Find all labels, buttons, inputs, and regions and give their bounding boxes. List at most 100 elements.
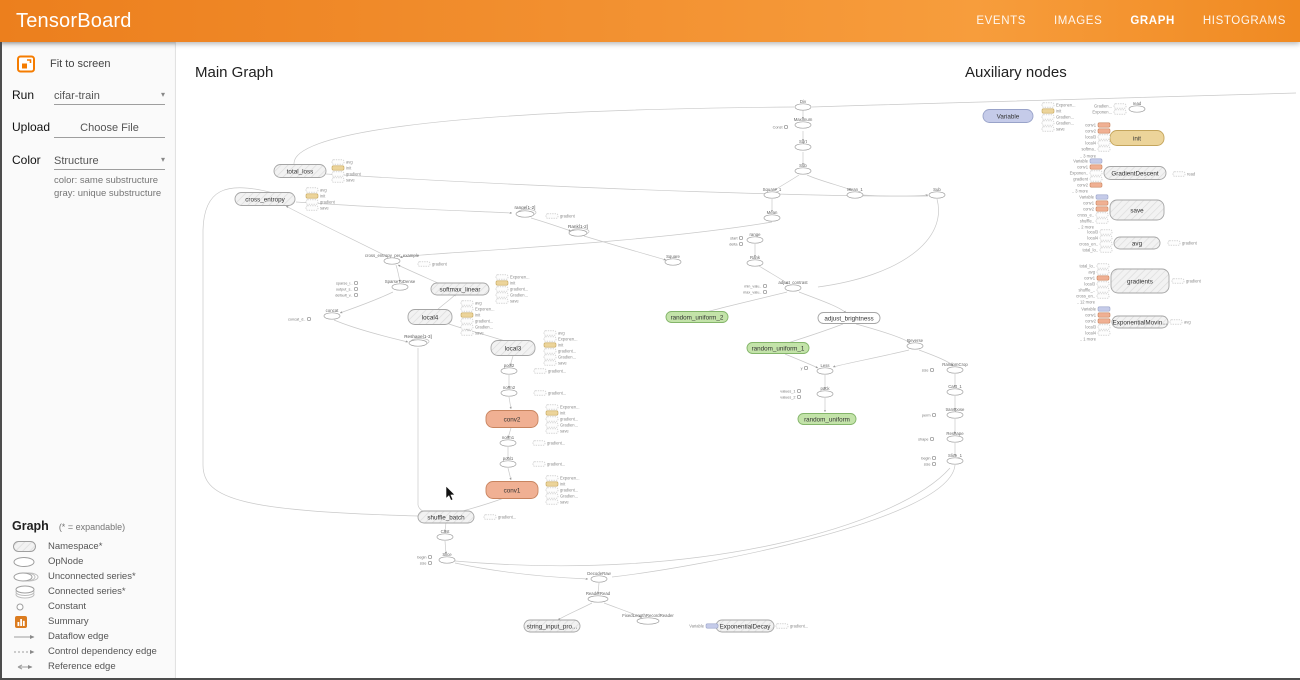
op-Reverse[interactable] (907, 343, 923, 349)
op-pack[interactable] (817, 391, 833, 397)
op-transpose[interactable] (947, 412, 963, 418)
annotation-label: gradient... (548, 391, 566, 396)
color-select[interactable]: Structure ▾ (54, 155, 165, 170)
op-Reshape[interactable] (947, 436, 963, 442)
annotation-label: gradient (1182, 241, 1198, 246)
op-norm2[interactable] (501, 390, 517, 396)
series-Rank[1-2][interactable] (569, 230, 587, 236)
op-FixedLengthRecordReader[interactable] (637, 618, 659, 624)
annotation-chip (1090, 183, 1102, 187)
op-Mean[interactable] (764, 215, 780, 221)
op-Square[interactable] (665, 259, 681, 265)
op-label: DecodeRaw (587, 571, 611, 576)
const-node (932, 456, 935, 459)
op-Slice_1[interactable] (947, 458, 963, 464)
annotation-label: Exponen... (475, 307, 495, 312)
series-Reshape[1-3][interactable] (409, 340, 427, 346)
op-Square_1[interactable] (764, 192, 780, 198)
op-concat[interactable] (324, 313, 340, 319)
annotation-label: avg (558, 331, 565, 336)
annotation-label: softma.. (1081, 147, 1096, 152)
const-label: min_valu.. (744, 285, 761, 289)
annotation-label: Gradien... (558, 355, 576, 360)
tab-graph[interactable]: GRAPH (1130, 15, 1175, 27)
annotation-label: local3 (1085, 135, 1096, 140)
const-label: Const (773, 126, 784, 130)
op-SparseToDense[interactable] (392, 284, 408, 290)
node-label: conv1 (504, 487, 521, 494)
op-DecodeRaw[interactable] (591, 576, 607, 582)
op-read[interactable] (1129, 106, 1145, 112)
annotation-chip (461, 307, 473, 311)
op-label: Div (800, 99, 807, 104)
legend-constant: Constant (12, 599, 167, 614)
graph-edge (334, 320, 408, 342)
const-label: output_s.. (336, 288, 353, 292)
annotation-chip (533, 441, 545, 445)
op-norm1[interactable] (500, 440, 516, 446)
op-Mean_1[interactable] (847, 192, 863, 198)
annotation-label: local3 (1084, 282, 1095, 287)
annotation-chip (1114, 104, 1126, 108)
const-node (804, 366, 807, 369)
const-node (739, 236, 742, 239)
op-cross_entropy_per_example[interactable] (384, 258, 400, 264)
tab-histograms[interactable]: HISTOGRAMS (1203, 15, 1286, 27)
op-Sub[interactable] (929, 192, 945, 198)
constant-icon (12, 602, 48, 612)
annotation-label: total_lo.. (1083, 248, 1098, 253)
op-label: Square (666, 254, 680, 259)
op-ReaderRead[interactable] (588, 596, 608, 602)
op-pool2[interactable] (501, 368, 517, 374)
node-label: ExponentialMovin... (1113, 319, 1168, 326)
annotation-label: init (510, 281, 516, 286)
op-label: RandomCrop (942, 362, 968, 367)
annotation-label: local4 (1085, 331, 1096, 336)
node-label: softmax_linear (440, 286, 481, 293)
annotation-label: init (558, 343, 564, 348)
op-label: Mean (767, 210, 778, 215)
op-Div[interactable] (795, 104, 811, 110)
op-pool1[interactable] (500, 461, 516, 467)
op-RandomCrop[interactable] (947, 367, 963, 373)
op-Sub[interactable] (795, 168, 811, 174)
graph-canvas[interactable]: total_losscross_entropysoftmax_linearloc… (175, 42, 1300, 680)
graph-edge (703, 292, 787, 313)
graph-edge (785, 324, 843, 344)
op-adjust_contrast[interactable] (785, 285, 801, 291)
annotation-chip (544, 331, 556, 335)
node-label: random_uniform_2 (671, 314, 724, 321)
op-Less[interactable] (817, 368, 833, 374)
annotation-label: init (560, 411, 566, 416)
annotation-label: conv1 (1077, 165, 1089, 170)
fit-to-screen-button[interactable]: Fit to screen (12, 54, 165, 74)
op-Sqrt[interactable] (795, 144, 811, 150)
annotation-chip (1114, 110, 1126, 114)
op-range[interactable] (747, 237, 763, 243)
annotation-chip (534, 369, 546, 373)
op-Rank[interactable] (747, 260, 763, 266)
annotation-chip (1098, 135, 1110, 139)
series-range[1-2][interactable] (516, 211, 534, 217)
chevron-down-icon: ▾ (161, 90, 165, 99)
annotation-chip (1168, 241, 1180, 245)
opnode-icon (12, 556, 48, 568)
op-Slice[interactable] (439, 557, 455, 563)
annotation-label: avg (1184, 320, 1191, 325)
op-label: concat (326, 308, 339, 313)
choose-file-button[interactable]: Choose File (54, 122, 165, 138)
op-Maximum[interactable] (795, 122, 811, 128)
op-Cast[interactable] (437, 534, 453, 540)
tab-images[interactable]: IMAGES (1054, 15, 1102, 27)
op-Cast_1[interactable] (947, 389, 963, 395)
annotation-label: Gradien... (475, 325, 493, 330)
op-label: FixedLengthRecordReader (622, 613, 674, 618)
annotation-chip (546, 214, 558, 218)
upload-label: Upload (12, 120, 54, 134)
tab-events[interactable]: EVENTS (976, 15, 1026, 27)
run-select-value: cifar-train (54, 90, 100, 102)
op-label: Sub (799, 163, 807, 168)
run-select[interactable]: cifar-train ▾ (54, 90, 165, 105)
annotation-chip (1097, 294, 1109, 298)
graph-edge (558, 603, 592, 620)
